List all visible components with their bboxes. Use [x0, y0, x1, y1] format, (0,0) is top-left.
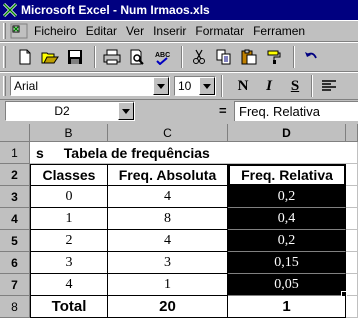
spelling-icon[interactable]: ABC	[151, 46, 173, 68]
font-size-select[interactable]: 10	[174, 76, 216, 96]
cell-freq-absoluta[interactable]: 8	[108, 208, 228, 230]
row-header-2[interactable]: 2	[0, 164, 30, 186]
cell-freq-relativa[interactable]: 0,15	[228, 252, 346, 274]
bold-button[interactable]: N	[232, 75, 254, 97]
row-header-8[interactable]: 8	[0, 296, 30, 318]
formatting-toolbar: Arial 10 N I S	[0, 72, 358, 100]
column-header-c[interactable]: C	[108, 124, 228, 142]
row-header-5[interactable]: 5	[0, 230, 30, 252]
title-prefix: s	[36, 144, 44, 161]
cut-icon[interactable]	[188, 46, 210, 68]
title-bar: Microsoft Excel - Num Irmaos.xls	[0, 0, 358, 20]
chevron-down-icon[interactable]	[199, 77, 215, 95]
menu-bar: Ficheiro Editar Ver Inserir Formatar Fer…	[0, 20, 358, 42]
formula-equals-button[interactable]: =	[219, 103, 227, 118]
cell-e2[interactable]	[346, 164, 358, 186]
window-title: Microsoft Excel - Num Irmaos.xls	[21, 3, 210, 17]
total-freq-relativa[interactable]: 1	[228, 296, 346, 318]
header-classes[interactable]: Classes	[30, 164, 108, 186]
cell-classes[interactable]: 1	[30, 208, 108, 230]
menu-ficheiro[interactable]: Ficheiro	[34, 24, 77, 38]
print-preview-icon[interactable]	[126, 46, 148, 68]
sheet-title-cell[interactable]: s Tabela de frequências	[30, 142, 346, 164]
menubar-grip[interactable]	[3, 23, 6, 39]
row-header-6[interactable]: 6	[0, 252, 30, 274]
cell-e8[interactable]	[346, 296, 358, 318]
row-header-1[interactable]: 1	[0, 142, 30, 164]
open-folder-icon[interactable]	[39, 46, 61, 68]
svg-text:ABC: ABC	[155, 52, 170, 59]
cell-freq-relativa[interactable]: 0,4	[228, 208, 346, 230]
worksheet-grid: B C D 1 2 3 4 5 6 7 8 s Tabela de frequê…	[0, 124, 358, 334]
header-freq-absoluta[interactable]: Freq. Absoluta	[108, 164, 228, 186]
cell-e4[interactable]	[346, 208, 358, 230]
cell-freq-absoluta[interactable]: 4	[108, 230, 228, 252]
toolbar-separator	[311, 75, 313, 97]
cell-freq-relativa[interactable]: 0,05	[228, 274, 346, 296]
format-painter-icon[interactable]	[263, 46, 285, 68]
font-name-value: Arial	[14, 79, 39, 93]
cell-freq-relativa[interactable]: 0,2	[228, 230, 346, 252]
cell-classes[interactable]: 3	[30, 252, 108, 274]
chevron-down-icon[interactable]	[153, 77, 169, 95]
menu-ver[interactable]: Ver	[126, 24, 144, 38]
select-all-corner[interactable]	[0, 124, 30, 142]
cell-classes[interactable]: 2	[30, 230, 108, 252]
name-box[interactable]: D2	[5, 101, 135, 121]
standard-toolbar: ABC	[0, 42, 358, 72]
save-icon[interactable]	[64, 46, 86, 68]
menu-inserir[interactable]: Inserir	[153, 24, 186, 38]
font-size-value: 10	[178, 79, 192, 93]
workbook-icon[interactable]	[10, 22, 28, 40]
cell-classes[interactable]: 4	[30, 274, 108, 296]
header-freq-relativa[interactable]: Freq. Relativa	[228, 164, 346, 186]
fmtbar-grip[interactable]	[3, 76, 6, 96]
column-header-b[interactable]: B	[30, 124, 108, 142]
row-header-3[interactable]: 3	[0, 186, 30, 208]
print-icon[interactable]	[101, 46, 123, 68]
cell-freq-absoluta[interactable]: 4	[108, 186, 228, 208]
excel-icon	[2, 2, 18, 18]
cell-e5[interactable]	[346, 230, 358, 252]
cell-e1[interactable]	[346, 142, 358, 164]
menu-editar[interactable]: Editar	[86, 24, 117, 38]
cell-e7[interactable]	[346, 274, 358, 296]
cell-freq-absoluta[interactable]: 1	[108, 274, 228, 296]
row-header-4[interactable]: 4	[0, 208, 30, 230]
row-header-7[interactable]: 7	[0, 274, 30, 296]
toolbar-separator	[221, 75, 223, 97]
align-left-icon[interactable]	[318, 75, 340, 97]
cell-reference: D2	[54, 104, 70, 118]
cell-e6[interactable]	[346, 252, 358, 274]
menu-ferramentas[interactable]: Ferramen	[253, 24, 305, 38]
formula-input[interactable]: Freq. Relativa	[234, 101, 358, 121]
cell-classes[interactable]: 0	[30, 186, 108, 208]
formula-bar: D2 = Freq. Relativa	[0, 100, 358, 122]
cell-e3[interactable]	[346, 186, 358, 208]
total-freq-absoluta[interactable]: 20	[108, 296, 228, 318]
column-header-d[interactable]: D	[228, 124, 346, 142]
paste-icon[interactable]	[238, 46, 260, 68]
chevron-down-icon[interactable]	[118, 102, 134, 120]
font-name-select[interactable]: Arial	[10, 76, 170, 96]
sheet-title: Tabela de frequências	[63, 144, 210, 161]
undo-icon[interactable]	[300, 46, 322, 68]
toolbar-separator	[293, 46, 295, 68]
new-document-icon[interactable]	[14, 46, 36, 68]
column-header-e[interactable]	[346, 124, 358, 142]
cell-freq-relativa[interactable]: 0,2	[228, 186, 346, 208]
toolbar-separator	[94, 46, 96, 68]
copy-icon[interactable]	[213, 46, 235, 68]
total-label[interactable]: Total	[30, 296, 108, 318]
italic-button[interactable]: I	[258, 75, 280, 97]
toolbar-separator	[181, 46, 183, 68]
cell-freq-absoluta[interactable]: 3	[108, 252, 228, 274]
underline-button[interactable]: S	[284, 75, 306, 97]
toolbar-grip[interactable]	[3, 46, 6, 68]
menu-formatar[interactable]: Formatar	[195, 24, 244, 38]
